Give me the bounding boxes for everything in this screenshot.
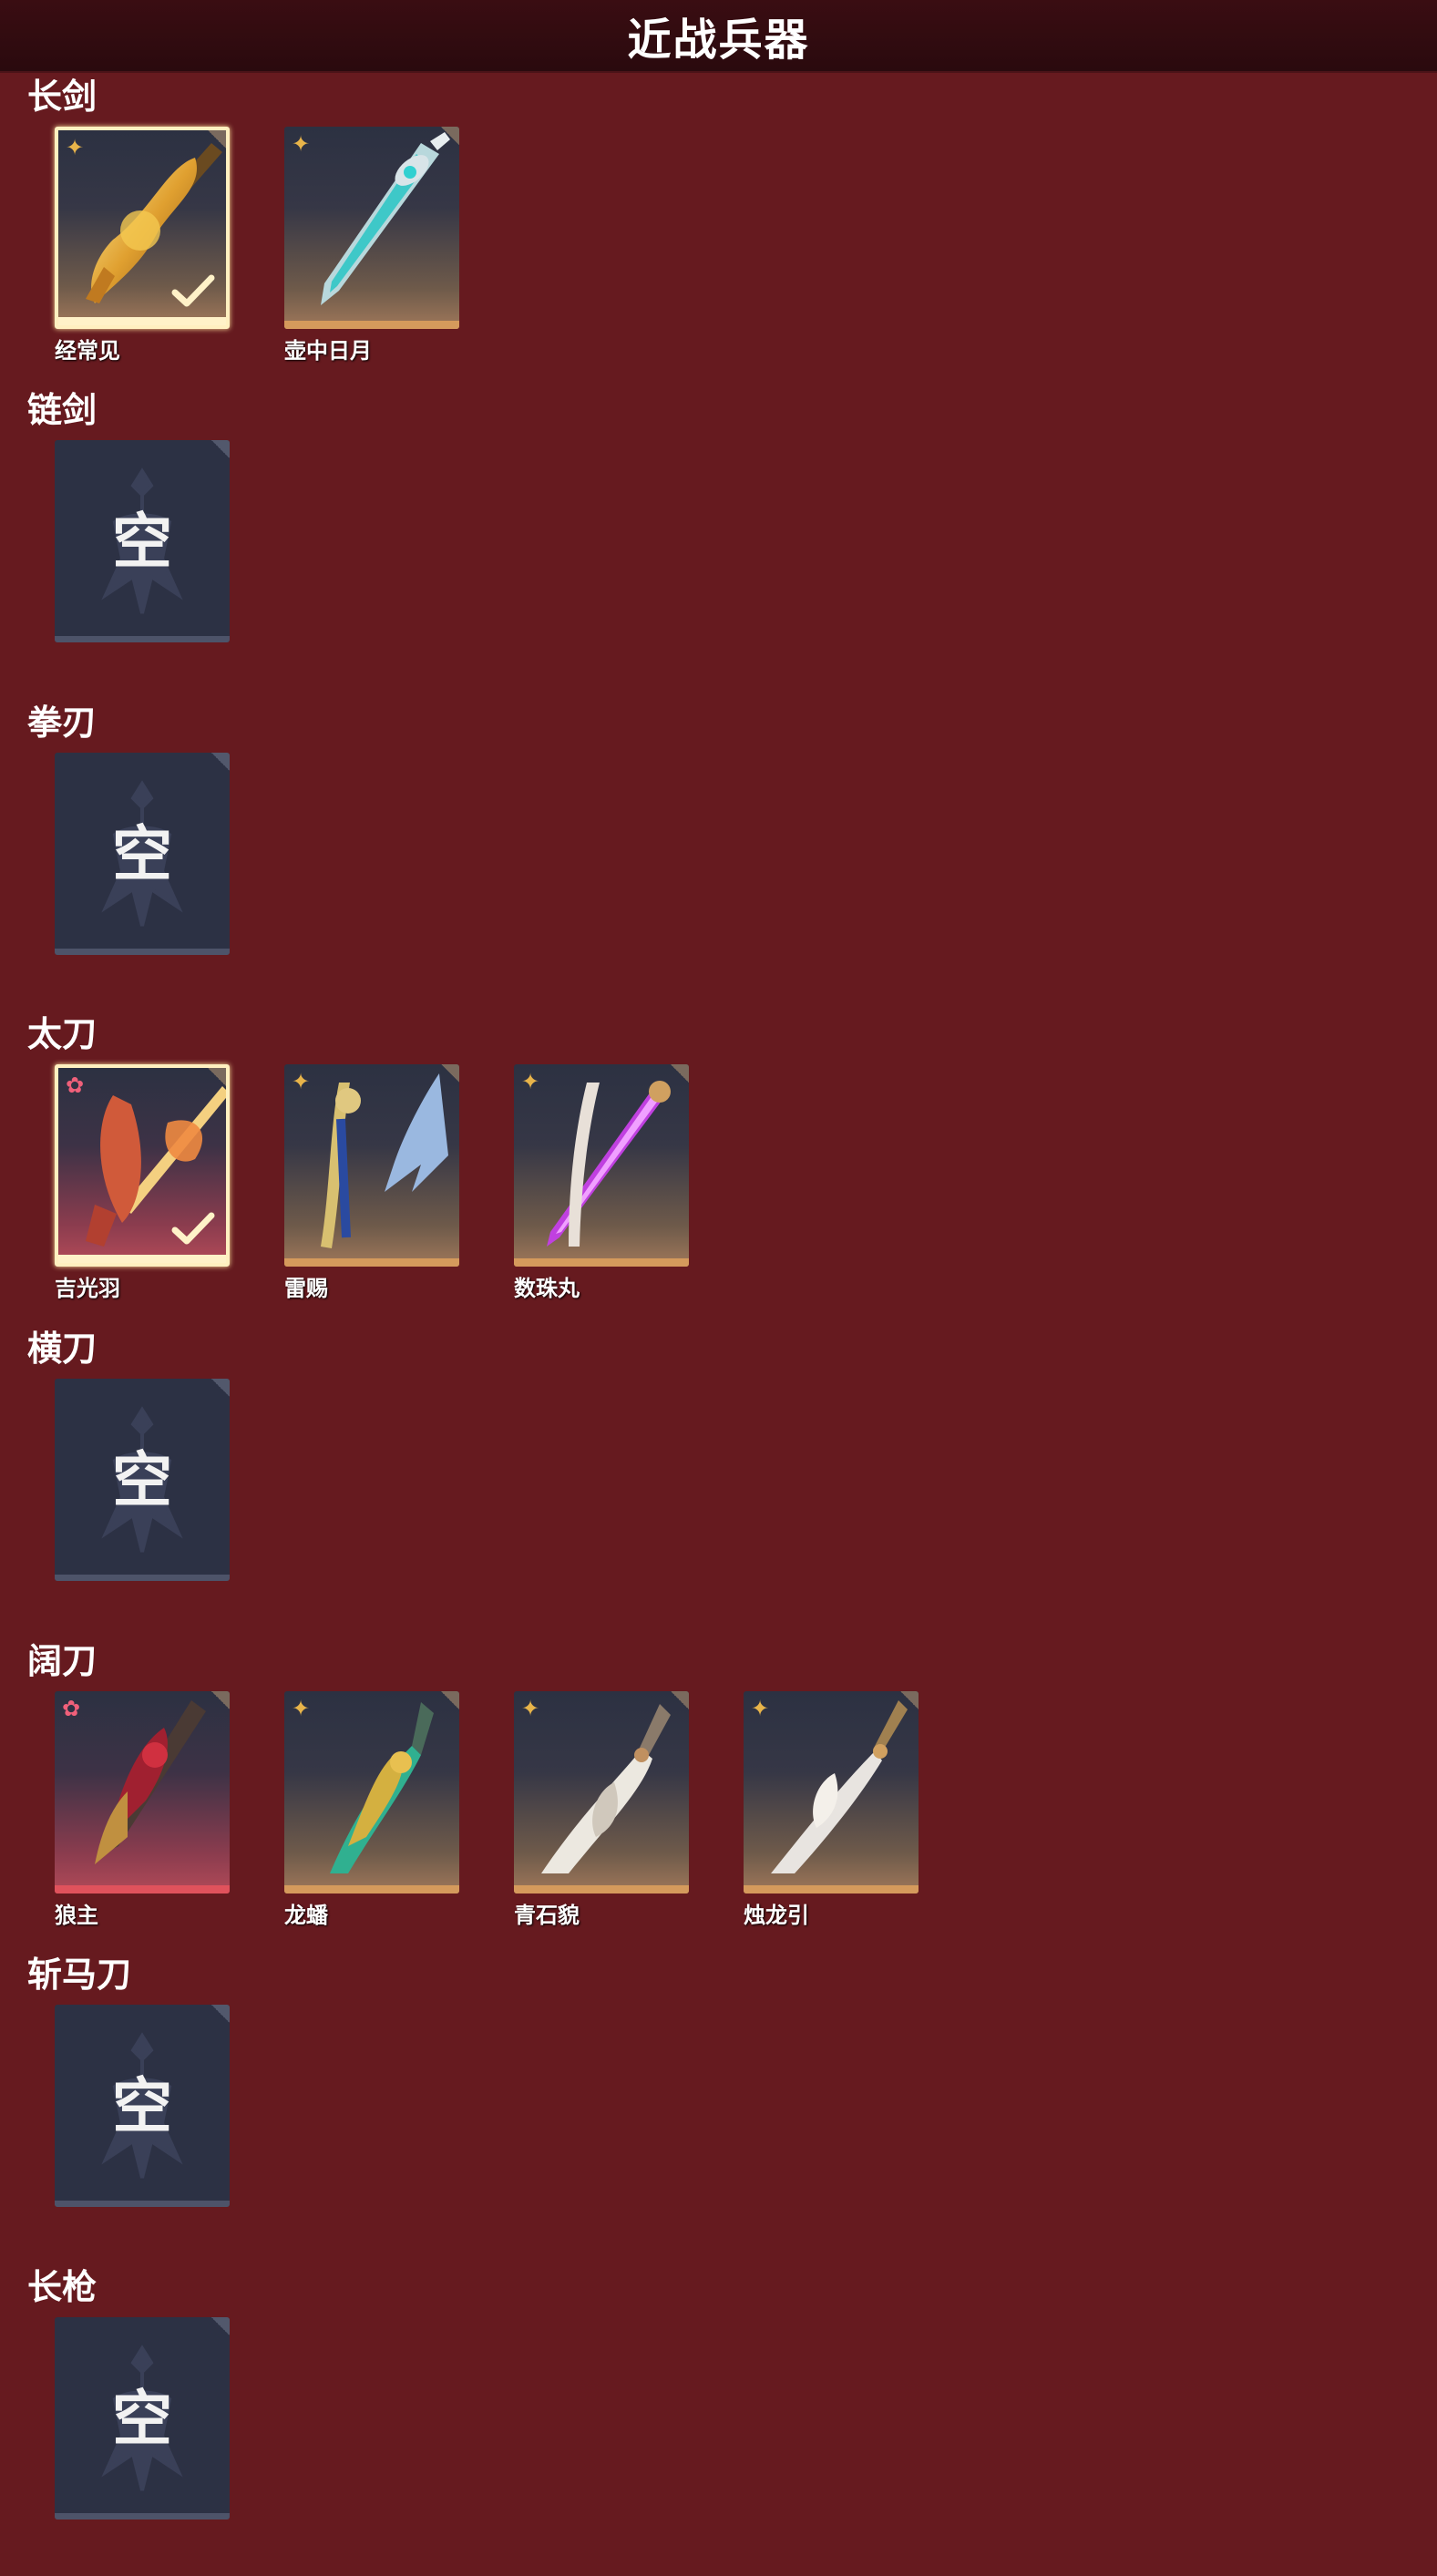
category-spear: 长枪 空 xyxy=(0,2265,1437,2575)
category-title: 拳刃 xyxy=(27,704,98,743)
weapon-card-longpan[interactable]: ✦ 龙蟠 xyxy=(284,1691,459,1928)
weapon-name: 青石貌 xyxy=(514,1904,580,1928)
weapon-slot: ✿ xyxy=(55,1691,230,1894)
corner-tab xyxy=(671,1064,689,1083)
corner-tab xyxy=(441,1691,459,1709)
lightning-katana-art xyxy=(321,1073,448,1248)
crimson-broadsword-art xyxy=(95,1700,206,1864)
red-rarity-icon: ✿ xyxy=(62,1697,81,1721)
weapon-name: 雷赐 xyxy=(284,1277,328,1301)
category-title: 横刀 xyxy=(27,1330,98,1369)
category-title: 长枪 xyxy=(27,2269,98,2307)
corner-tab xyxy=(211,1379,230,1397)
weapon-card-langzhu[interactable]: ✿ 狼主 xyxy=(55,1691,230,1928)
weapon-card-zhulongyin[interactable]: ✦ 烛龙引 xyxy=(744,1691,919,1928)
empty-slot-label: 空 xyxy=(112,2385,172,2452)
page-title: 近战兵器 xyxy=(627,16,810,65)
weapon-slot: ✦ xyxy=(744,1691,919,1894)
weapon-name: 数珠丸 xyxy=(514,1277,580,1301)
silver-dragon-broadsword-art xyxy=(771,1700,908,1873)
gold-rarity-icon: ✦ xyxy=(521,1697,540,1721)
weapon-card-jingchangjian[interactable]: ✦ 经常见 xyxy=(55,127,230,364)
weapon-name: 经常见 xyxy=(55,339,120,364)
empty-slot-label: 空 xyxy=(112,820,172,888)
category-hengdao: 横刀 空 xyxy=(0,1327,1437,1637)
gold-rarity-icon: ✦ xyxy=(292,132,311,157)
empty-slot-label: 空 xyxy=(112,2072,172,2140)
corner-tab xyxy=(900,1691,919,1709)
weapon-name: 烛龙引 xyxy=(744,1904,809,1928)
equipped-check-icon xyxy=(171,1212,215,1245)
category-chainsword: 链剑 空 xyxy=(0,388,1437,698)
weapon-name: 吉光羽 xyxy=(55,1277,120,1301)
corner-tab xyxy=(441,1064,459,1083)
gold-rarity-icon: ✦ xyxy=(751,1697,770,1721)
weapon-name: 壶中日月 xyxy=(284,339,372,364)
white-broadsword-art xyxy=(541,1704,671,1873)
page-header: 近战兵器 xyxy=(0,0,1437,73)
weapon-slot: ✦ xyxy=(284,1691,459,1894)
corner-tab xyxy=(671,1691,689,1709)
weapon-slot: ✦ xyxy=(284,1064,459,1267)
category-tachi: 太刀 ✿ 吉光羽 ✦ 雷赐 ✦ 数珠丸 xyxy=(0,1012,1437,1322)
weapon-name: 狼主 xyxy=(55,1904,98,1928)
category-title: 长剑 xyxy=(27,78,98,117)
weapon-card-shuzhuwan[interactable]: ✦ 数珠丸 xyxy=(514,1064,689,1301)
weapon-card-jiguangyu[interactable]: ✿ 吉光羽 xyxy=(55,1064,230,1301)
weapon-slot: ✦ xyxy=(284,127,459,329)
category-broadsword: 阔刀 ✿ 狼主 ✦ 龙蟠 ✦ 青石貌 ✦ 烛龙引 xyxy=(0,1639,1437,1949)
gold-rarity-icon: ✦ xyxy=(292,1070,311,1094)
corner-tab xyxy=(211,2005,230,2023)
category-zhanmadao: 斩马刀 空 xyxy=(0,1953,1437,2263)
corner-tab xyxy=(211,440,230,458)
empty-slot-label: 空 xyxy=(112,1446,172,1514)
corner-tab xyxy=(211,2317,230,2335)
corner-tab xyxy=(211,1691,230,1709)
corner-tab xyxy=(208,130,226,149)
category-title: 斩马刀 xyxy=(27,1956,132,1995)
weapon-name: 龙蟠 xyxy=(284,1904,328,1928)
weapon-card-leici[interactable]: ✦ 雷赐 xyxy=(284,1064,459,1301)
category-fistblade: 拳刃 空 xyxy=(0,701,1437,1011)
violet-katana-art xyxy=(547,1081,671,1247)
corner-tab xyxy=(441,127,459,145)
red-rarity-icon: ✿ xyxy=(66,1073,85,1098)
category-title: 太刀 xyxy=(27,1016,98,1054)
gold-rarity-icon: ✦ xyxy=(292,1697,311,1721)
empty-weapon-slot[interactable]: 空 xyxy=(55,2005,230,2207)
category-title: 链剑 xyxy=(27,392,98,430)
equipped-check-icon xyxy=(171,274,215,307)
category-title: 阔刀 xyxy=(27,1643,98,1681)
empty-weapon-slot[interactable]: 空 xyxy=(55,753,230,955)
empty-weapon-slot[interactable]: 空 xyxy=(55,440,230,642)
category-longsword: 长剑 ✦ 经常见 ✦ 壶中日月 xyxy=(0,75,1437,385)
jade-broadsword-art xyxy=(330,1702,434,1873)
corner-tab xyxy=(208,1068,226,1086)
weapon-card-huzhongriyue[interactable]: ✦ 壶中日月 xyxy=(284,127,459,364)
empty-weapon-slot[interactable]: 空 xyxy=(55,2317,230,2520)
cyan-sword-art xyxy=(321,132,450,305)
gold-rarity-icon: ✦ xyxy=(66,136,85,160)
gold-rarity-icon: ✦ xyxy=(521,1070,540,1094)
weapon-slot: ✦ xyxy=(514,1691,689,1894)
weapon-slot: ✦ xyxy=(514,1064,689,1267)
empty-slot-label: 空 xyxy=(112,508,172,575)
weapon-slot: ✿ xyxy=(55,1064,230,1267)
corner-tab xyxy=(211,753,230,771)
weapon-card-qingshimao[interactable]: ✦ 青石貌 xyxy=(514,1691,689,1928)
weapon-slot: ✦ xyxy=(55,127,230,329)
empty-weapon-slot[interactable]: 空 xyxy=(55,1379,230,1581)
